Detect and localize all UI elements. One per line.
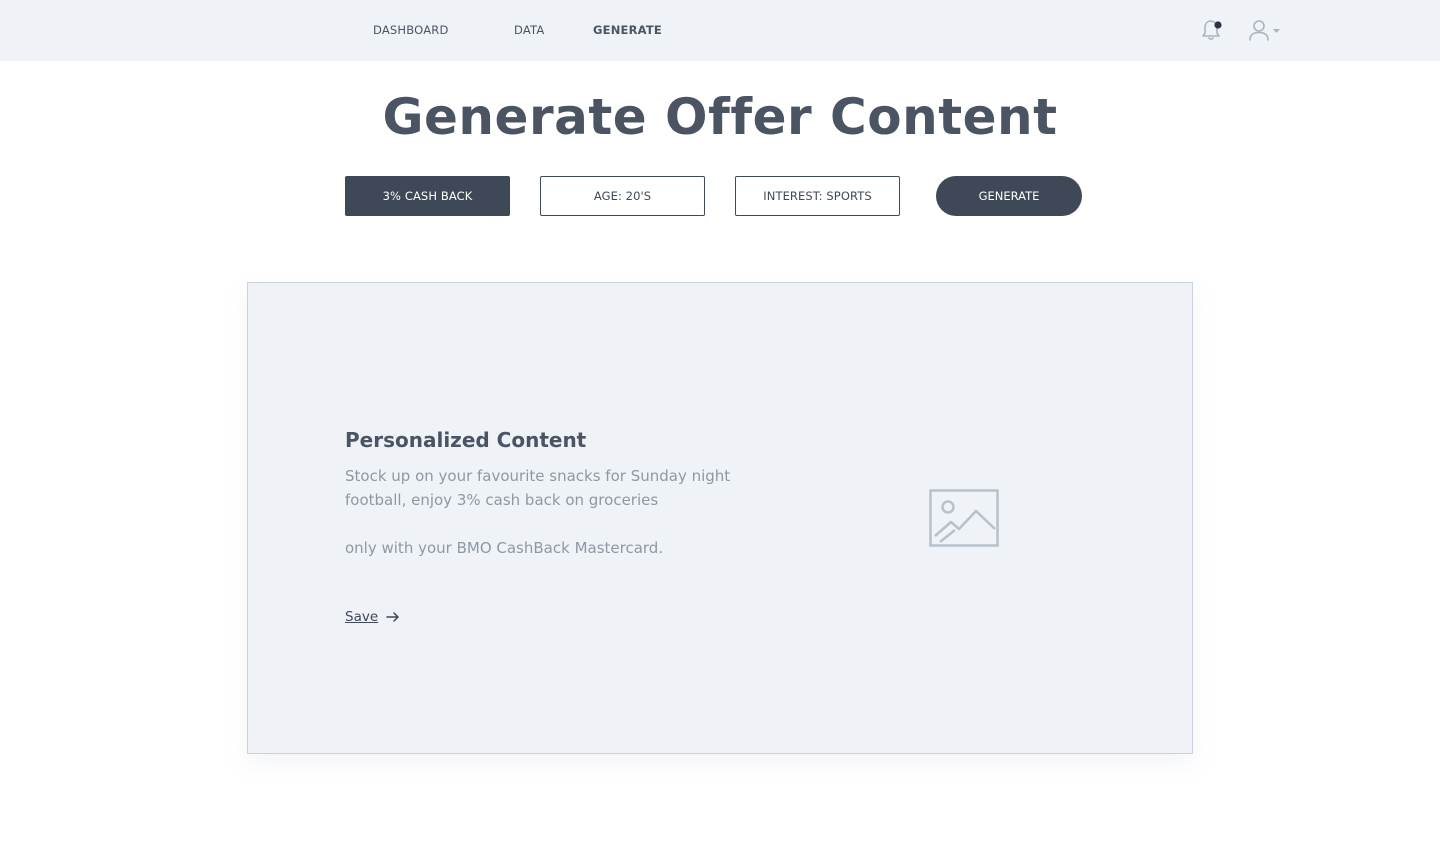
top-nav-bar: DASHBOARD DATA GENERATE xyxy=(0,0,1440,61)
offer-filter-chip[interactable]: 3% CASH BACK xyxy=(345,176,510,216)
notification-dot xyxy=(1214,21,1222,29)
page-title: Generate Offer Content xyxy=(382,88,1058,146)
image-placeholder-icon xyxy=(929,489,999,547)
user-icon xyxy=(1249,20,1269,41)
nav-data[interactable]: DATA xyxy=(514,23,544,37)
generate-button[interactable]: GENERATE xyxy=(936,176,1082,216)
user-menu-button[interactable] xyxy=(1246,17,1286,43)
bell-icon[interactable] xyxy=(1199,17,1225,43)
content-title: Personalized Content xyxy=(345,428,587,452)
arrow-right-icon xyxy=(386,612,399,622)
age-filter-chip[interactable]: AGE: 20'S xyxy=(540,176,705,216)
chevron-down-icon xyxy=(1273,29,1280,33)
nav-generate[interactable]: GENERATE xyxy=(593,23,662,37)
interest-filter-chip[interactable]: INTEREST: SPORTS xyxy=(735,176,900,216)
nav-dashboard[interactable]: DASHBOARD xyxy=(373,23,449,37)
save-link[interactable]: Save xyxy=(345,609,401,625)
save-label: Save xyxy=(345,609,379,625)
content-body: Stock up on your favourite snacks for Su… xyxy=(345,467,731,557)
